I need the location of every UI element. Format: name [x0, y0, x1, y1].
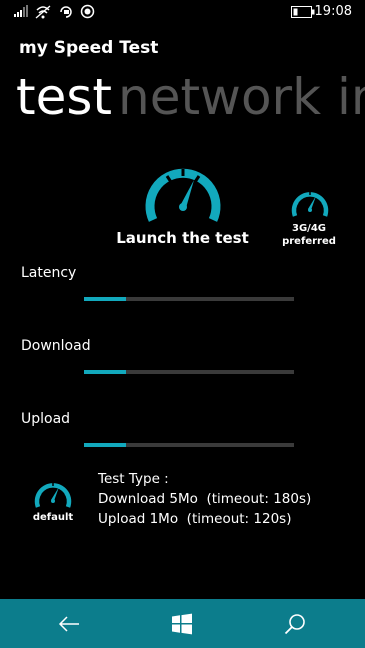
upload-info: Upload 1Mo (timeout: 120s): [98, 511, 292, 527]
speedometer-icon: [291, 191, 329, 217]
latency-label: Latency: [21, 265, 77, 281]
test-type-button[interactable]: default: [22, 474, 84, 530]
upload-label: Upload: [21, 411, 71, 427]
windows-start-icon: [172, 613, 192, 634]
network-preference-button[interactable]: 3G/4G preferred: [276, 184, 342, 254]
battery-icon: [291, 6, 315, 18]
download-progress-fill: [84, 370, 126, 374]
signal-icon: [14, 5, 28, 17]
test-type-heading: Test Type :: [98, 471, 169, 487]
network-preference-label: 3G/4G preferred: [276, 222, 342, 248]
record-icon: [80, 4, 95, 19]
search-button[interactable]: [265, 599, 325, 648]
speedometer-icon: [34, 482, 72, 508]
start-button[interactable]: [152, 599, 212, 648]
upload-progress: [84, 443, 294, 447]
status-bar: 19:08: [0, 0, 365, 24]
test-type-badge: default: [32, 512, 74, 523]
clock: 19:08: [314, 4, 352, 19]
tab-network-info[interactable]: network in: [118, 67, 365, 127]
tab-test[interactable]: test: [16, 67, 112, 127]
wifi-icon: [35, 5, 51, 19]
rotation-lock-icon: [60, 6, 72, 18]
back-icon: [58, 615, 79, 632]
download-info: Download 5Mo (timeout: 180s): [98, 491, 312, 507]
network-type-text: 3G/4G: [292, 223, 326, 234]
latency-progress-fill: [84, 297, 126, 301]
app-title: my Speed Test: [19, 38, 159, 58]
download-label: Download: [21, 338, 91, 354]
launch-test-label: Launch the test: [116, 229, 249, 247]
pivot-bar: test network in: [0, 67, 365, 127]
back-button[interactable]: [39, 599, 99, 648]
preferred-text: preferred: [282, 236, 336, 247]
launch-test-button[interactable]: Launch the test: [96, 152, 270, 252]
search-icon: [284, 613, 305, 634]
speedometer-icon: [145, 168, 221, 222]
upload-progress-fill: [84, 443, 126, 447]
download-progress: [84, 370, 294, 374]
latency-progress: [84, 297, 294, 301]
navigation-bar: [0, 599, 365, 648]
